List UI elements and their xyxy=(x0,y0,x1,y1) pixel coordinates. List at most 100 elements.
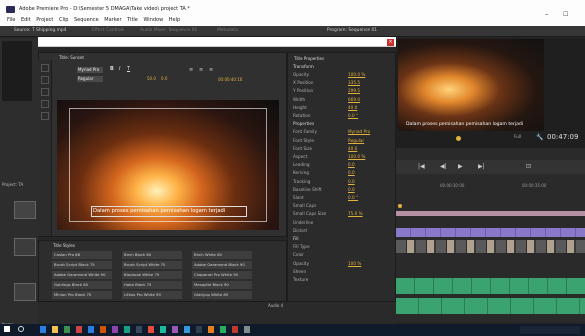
kerning-field[interactable]: 0.0 xyxy=(161,77,167,81)
property-row-1-value[interactable]: 100.0 % xyxy=(348,154,365,159)
tab-source[interactable]: Source: T Shipping.mp4 xyxy=(14,28,66,33)
type-tool-icon[interactable] xyxy=(41,76,49,84)
wrench-icon[interactable]: 🔧 xyxy=(536,134,543,141)
property-row-2-value[interactable]: 0.0 xyxy=(348,162,355,167)
project-thumbnail[interactable] xyxy=(14,283,36,301)
taskbar-app-icon[interactable] xyxy=(64,326,70,333)
menu-marker[interactable]: Marker xyxy=(104,17,121,23)
style-swatch[interactable]: Goldings Black 80 xyxy=(52,281,112,289)
maximize-icon[interactable]: ☐ xyxy=(563,11,568,18)
align-left-icon[interactable]: ≡ xyxy=(189,67,193,73)
canvas-caption[interactable]: Dalam proses pemisahan pemisahan logam t… xyxy=(93,208,225,214)
font-family-row-value[interactable]: Myriad Pro xyxy=(348,130,370,134)
style-swatch[interactable]: Giddyup White 85 xyxy=(192,291,252,299)
title-canvas[interactable]: Dalam proses pemisahan pemisahan logam t… xyxy=(57,100,279,230)
rectangle-tool-icon[interactable] xyxy=(41,100,49,108)
tab-effect-controls[interactable]: Effect Controls xyxy=(92,28,124,33)
fill-row-2-value[interactable]: 100 % xyxy=(348,261,361,266)
system-tray[interactable] xyxy=(520,326,580,334)
style-swatch[interactable]: Mesquite Black 90 xyxy=(192,281,252,289)
taskbar-app-icon[interactable] xyxy=(100,326,106,333)
pen-tool-icon[interactable] xyxy=(41,88,49,96)
taskbar-app-icon[interactable] xyxy=(244,326,250,333)
font-style-row-value[interactable]: Regular xyxy=(348,138,364,143)
transform-row-0-value[interactable]: 100.0 % xyxy=(348,72,365,77)
rewind-icon[interactable]: ◀| xyxy=(440,163,447,170)
video-clip-track[interactable] xyxy=(396,228,585,237)
taskbar-app-icon[interactable] xyxy=(232,326,238,333)
menu-edit[interactable]: Edit xyxy=(21,17,31,23)
tab-metadata[interactable]: Metadata xyxy=(217,28,238,33)
underline-button[interactable]: T xyxy=(127,66,130,72)
font-style-dropdown[interactable]: Regular xyxy=(77,76,103,82)
minimize-icon[interactable]: – xyxy=(545,10,549,18)
taskbar-app-icon[interactable] xyxy=(172,326,178,333)
transform-row-3-value[interactable]: 669.0 xyxy=(348,97,360,102)
style-swatch[interactable]: Caslon Pro 68 xyxy=(52,251,112,259)
taskbar-app-icon[interactable] xyxy=(112,326,118,333)
tab-audio-mixer[interactable]: Audio Mixer: Sequence 01 xyxy=(140,28,197,33)
style-swatch[interactable]: Blackoak White 75 xyxy=(122,271,182,279)
playhead-marker-icon[interactable] xyxy=(456,136,461,141)
transform-row-2-value[interactable]: 299.5 xyxy=(348,89,360,93)
menu-title[interactable]: Title xyxy=(127,17,138,23)
font-size-field[interactable]: 50.0 xyxy=(147,77,156,81)
transform-row-5-value[interactable]: 0.0 ° xyxy=(348,113,358,118)
font-family-dropdown[interactable]: Myriad Pro xyxy=(77,67,103,73)
taskbar-app-icon[interactable] xyxy=(88,326,94,333)
fit-dropdown[interactable]: Full xyxy=(514,134,521,139)
style-swatch[interactable]: Hobo Black 75 xyxy=(122,281,182,289)
taskbar-app-icon[interactable] xyxy=(52,326,58,333)
search-icon[interactable] xyxy=(18,326,24,332)
step-back-icon[interactable]: |◀ xyxy=(418,163,425,170)
taskbar-app-icon[interactable] xyxy=(148,326,154,333)
style-swatch[interactable]: Adobe Garamond Black 90 xyxy=(192,261,252,269)
audio-track-green[interactable] xyxy=(396,298,585,314)
style-swatch[interactable]: Chaparral Pro White 90 xyxy=(192,271,252,279)
fill-header-label[interactable]: Fill xyxy=(293,236,299,241)
bold-button[interactable]: B xyxy=(110,66,114,72)
menu-project[interactable]: Project xyxy=(36,17,53,23)
transform-header[interactable]: Transform xyxy=(293,64,314,69)
taskbar-app-icon[interactable] xyxy=(124,326,130,333)
play-icon[interactable]: ▶ xyxy=(458,163,463,170)
ellipse-tool-icon[interactable] xyxy=(41,112,49,120)
menu-sequence[interactable]: Sequence xyxy=(74,17,99,23)
selection-tool-icon[interactable] xyxy=(41,64,49,72)
title-tab[interactable]: Title: Sunset xyxy=(59,56,84,60)
menu-help[interactable]: Help xyxy=(169,17,180,23)
property-row-3-value[interactable]: 0.0 xyxy=(348,171,355,175)
style-swatch[interactable]: Birch White 80 xyxy=(192,251,252,259)
menu-file[interactable]: File xyxy=(7,17,15,23)
style-swatch[interactable]: Brush Script Black 75 xyxy=(52,261,112,269)
start-icon[interactable] xyxy=(4,326,10,332)
transform-row-1-value[interactable]: 335.5 xyxy=(348,80,360,85)
align-right-icon[interactable]: ≡ xyxy=(209,67,213,73)
taskbar-app-icon[interactable] xyxy=(220,326,226,333)
taskbar-app-icon[interactable] xyxy=(136,326,142,333)
project-thumbnail[interactable] xyxy=(14,201,36,219)
style-swatch[interactable]: Birch Black 80 xyxy=(122,251,182,259)
taskbar-app-icon[interactable] xyxy=(208,326,214,333)
project-thumbnail[interactable] xyxy=(14,238,36,256)
transform-row-4-value[interactable]: 40.0 xyxy=(348,105,357,110)
property-row-8-value[interactable]: 75.0 % xyxy=(348,212,363,216)
align-center-icon[interactable]: ≡ xyxy=(199,67,203,73)
properties-header-label[interactable]: Properties xyxy=(293,121,314,126)
property-row-5-value[interactable]: 0.0 xyxy=(348,187,355,192)
playhead-icon[interactable] xyxy=(398,204,402,208)
forward-icon[interactable]: ▶| xyxy=(478,163,485,170)
style-swatch[interactable]: Brush Script White 75 xyxy=(122,261,182,269)
close-icon[interactable]: × xyxy=(387,39,394,46)
taskbar-app-icon[interactable] xyxy=(76,326,82,333)
work-area-bar[interactable] xyxy=(396,211,585,216)
audio-track-green[interactable] xyxy=(396,278,585,294)
properties-tab[interactable]: Title Properties xyxy=(294,57,324,61)
taskbar-app-icon[interactable] xyxy=(196,326,202,333)
property-row-6-value[interactable]: 0.0 ° xyxy=(348,195,358,200)
italic-button[interactable]: I xyxy=(119,66,120,72)
style-swatch[interactable]: Adobe Garamond White 90 xyxy=(52,271,112,279)
taskbar-app-icon[interactable] xyxy=(40,326,46,333)
tab-program[interactable]: Program: Sequence 01 xyxy=(327,28,377,33)
property-row-0-value[interactable]: 40.0 xyxy=(348,146,357,151)
